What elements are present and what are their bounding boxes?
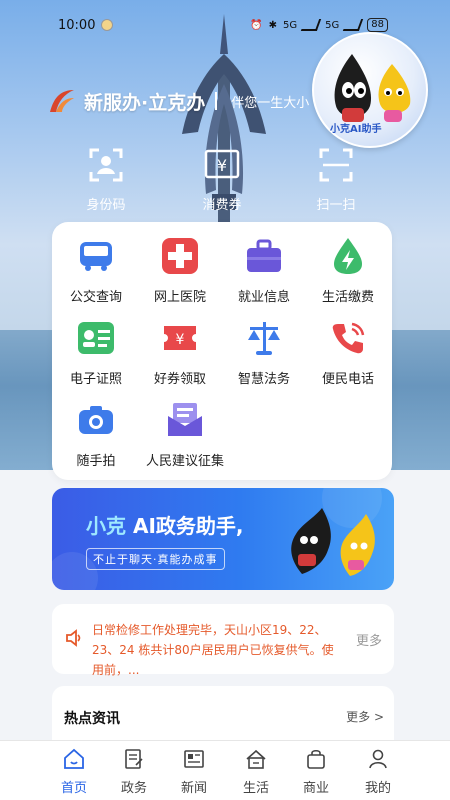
banner-title: 小克 AI政务助手, [86,510,243,539]
service-hospital-label: 网上医院 [153,290,206,305]
shopping-bag-icon [307,749,325,769]
hot-news-more-link[interactable]: 更多 > [346,708,384,725]
tab-business-label: 商业 [302,781,329,796]
quick-actions: 身份码 ¥ 消费券 扫一扫 [0,146,450,216]
service-phone-label: 便民电话 [321,372,374,387]
bottom-tab-bar: 首页 政务 新闻 生活 商业 我的 [0,740,450,800]
tab-government-label: 政务 [120,781,147,796]
id-card-scan-icon [89,148,123,182]
brand-divider [215,92,218,110]
hospital-cross-icon [162,238,198,274]
service-coupons[interactable]: ¥ 好券领取 [138,318,222,387]
brand-header: 新服办·立克办 伴您一生大小 [46,86,309,116]
service-jobs-label: 就业信息 [237,290,290,305]
signal-2-icon [343,19,364,31]
service-utility[interactable]: 生活缴费 [306,236,390,305]
quick-scan-label: 扫一扫 [316,198,356,213]
tab-news[interactable]: 新闻 [164,747,224,796]
banner-subtitle: 不止于聊天·真能办成事 [86,548,225,570]
ai-assistant-label: 小克AI助手 [330,124,382,135]
status-time: 10:00 [58,17,96,33]
id-license-icon [78,322,114,354]
mail-envelope-icon [168,403,202,436]
banner-decoration [52,488,382,590]
service-coupons-label: 好券领取 [153,372,206,387]
notice-more-link[interactable]: 更多 [356,630,382,649]
briefcase-icon [247,239,281,272]
hot-news-section: 热点资讯 更多 > [52,686,394,746]
services-card: 公交查询 网上医院 就业信息 生活缴费 电子证照 ¥ 好券领取 智慧法务 便民电… [52,222,392,480]
tab-life-label: 生活 [242,781,269,796]
service-license-label: 电子证照 [69,372,122,387]
quick-id-code[interactable]: 身份码 [66,146,146,213]
svg-text:¥: ¥ [217,156,227,175]
speaker-icon [66,629,81,647]
network-1-label: 5G [283,19,298,31]
service-jobs[interactable]: 就业信息 [222,236,306,305]
coupon-ticket-icon: ¥ [164,326,196,350]
hot-news-title: 热点资讯 [64,711,120,727]
signal-1-icon [300,19,322,31]
person-icon [369,749,387,769]
notification-dot-icon [101,19,114,31]
service-license[interactable]: 电子证照 [54,318,138,387]
tab-life[interactable]: 生活 [226,747,286,796]
brand-slogan: 伴您一生大小 [231,95,310,111]
document-icon [125,749,143,769]
quick-scan[interactable]: 扫一扫 [296,146,376,213]
tab-mine-label: 我的 [364,781,391,796]
service-phone[interactable]: 便民电话 [306,318,390,387]
service-suggestions[interactable]: 人民建议征集 [130,400,240,469]
house-icon [246,749,266,769]
quick-id-code-label: 身份码 [86,198,126,213]
status-bar: 10:00 ⏰ ✱ 5G 5G 88 [58,14,388,36]
ai-assistant-banner[interactable]: 小克 AI政务助手, 不止于聊天·真能办成事 [52,488,394,590]
service-legal[interactable]: 智慧法务 [222,318,306,387]
app-screen: 10:00 ⏰ ✱ 5G 5G 88 新服办·立克办 伴您一生大小 小克AI助手… [0,0,450,800]
service-hospital[interactable]: 网上医院 [138,236,222,305]
tab-home-label: 首页 [60,781,87,796]
bus-icon [80,242,112,271]
service-suggestions-label: 人民建议征集 [145,454,224,469]
service-camera-label: 随手拍 [76,454,116,469]
network-2-label: 5G [325,19,340,31]
svg-text:¥: ¥ [176,332,185,348]
banner-title-rest: AI政务助手, [126,514,244,538]
service-utility-label: 生活缴费 [321,290,374,305]
scan-frame-icon [319,148,353,182]
quick-coupon[interactable]: ¥ 消费券 [182,146,262,213]
camera-icon [79,406,113,434]
quick-coupon-label: 消费券 [202,198,242,213]
scales-icon [248,322,280,355]
notice-card[interactable]: 日常检修工作处理完毕，天山小区19、22、23、24 栋共计80户居民用户已恢复… [52,604,394,677]
home-icon [64,748,84,769]
bluetooth-icon: ✱ [268,19,278,31]
tab-government[interactable]: 政务 [104,747,164,796]
tab-news-label: 新闻 [180,781,207,796]
newspaper-icon [184,750,204,768]
phone-icon [332,322,365,354]
service-bus-label: 公交查询 [69,290,122,305]
yuan-coupon-icon: ¥ [204,149,240,179]
battery-icon: 88 [367,18,388,32]
banner-title-highlight: 小克 [86,514,126,538]
lightning-drop-icon [334,238,362,274]
brand-logo-icon [50,90,74,112]
service-legal-label: 智慧法务 [237,372,290,387]
service-camera[interactable]: 随手拍 [54,400,138,469]
alarm-icon: ⏰ [250,19,263,31]
tab-mine[interactable]: 我的 [348,747,408,796]
tab-business[interactable]: 商业 [286,747,346,796]
notice-text: 日常检修工作处理完毕，天山小区19、22、23、24 栋共计80户居民用户已恢复… [92,623,334,677]
brand-title: 新服办·立克办 [84,91,206,114]
service-bus[interactable]: 公交查询 [54,236,138,305]
tab-home[interactable]: 首页 [44,747,104,796]
